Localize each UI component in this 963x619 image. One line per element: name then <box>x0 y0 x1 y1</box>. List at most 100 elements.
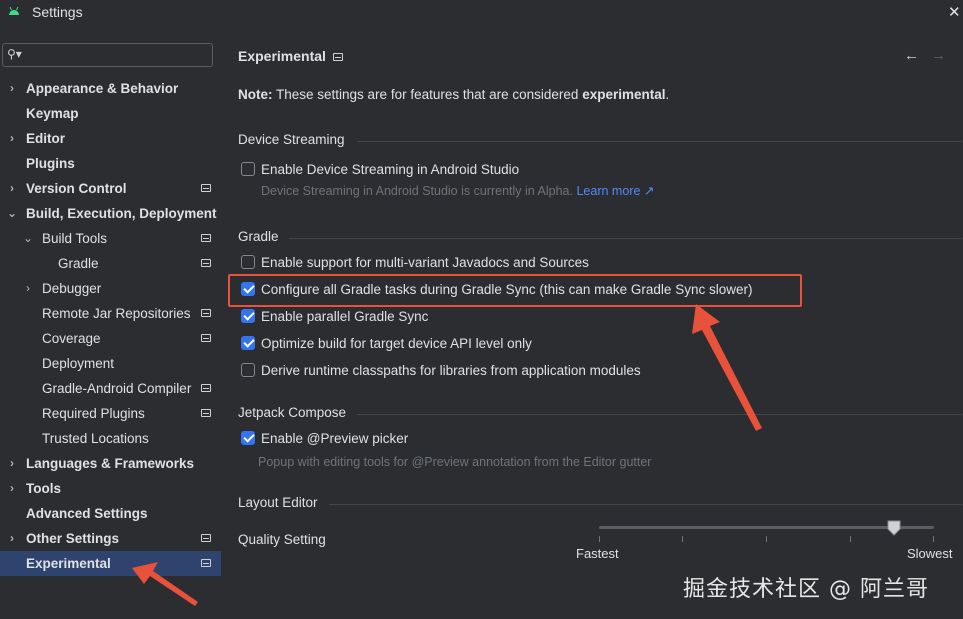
chevron-right-icon[interactable]: › <box>6 526 18 551</box>
window-title: Settings <box>32 4 83 20</box>
sidebar-item-keymap[interactable]: Keymap <box>0 101 221 126</box>
sidebar-item-label: Build Tools <box>42 231 108 246</box>
sidebar-item-label: Plugins <box>26 156 75 171</box>
sidebar-item-label: Experimental <box>26 556 111 571</box>
checkbox-label: Enable Device Streaming in Android Studi… <box>261 162 520 177</box>
preview-picker-hint: Popup with editing tools for @Preview an… <box>258 455 652 469</box>
page-title: Experimental <box>238 48 326 64</box>
slider-max-label: Slowest <box>907 546 953 561</box>
chevron-down-icon[interactable]: ⌄ <box>22 226 34 251</box>
title-bar: Settings ✕ <box>0 0 963 26</box>
sidebar-item-label: Keymap <box>26 106 79 121</box>
layout-editor-header: Layout Editor <box>238 495 318 510</box>
chevron-right-icon[interactable]: › <box>22 276 34 301</box>
sidebar-item-label: Debugger <box>42 281 102 296</box>
slider-tick <box>682 536 683 542</box>
sidebar-item-remote-jar-repositories[interactable]: Remote Jar Repositories <box>0 301 221 326</box>
sidebar-item-deployment[interactable]: Deployment <box>0 351 221 376</box>
device-streaming-hint: Device Streaming in Android Studio is cu… <box>261 183 654 198</box>
sidebar-item-gradle-android-compiler[interactable]: Gradle-Android Compiler <box>0 376 221 401</box>
sidebar-item-other-settings[interactable]: › Other Settings <box>0 526 221 551</box>
note-emphasis: experimental <box>582 87 666 102</box>
slider-tick <box>766 536 767 542</box>
sidebar-item-label: Languages & Frameworks <box>26 456 195 471</box>
slider-min-label: Fastest <box>576 546 619 561</box>
settings-content: Experimental ← → Note: These settings ar… <box>221 26 963 619</box>
annotation-arrow-icon <box>692 304 762 431</box>
sidebar-item-debugger[interactable]: › Debugger <box>0 276 221 301</box>
sidebar-item-label: Gradle-Android Compiler <box>42 381 192 396</box>
project-level-icon <box>201 409 211 417</box>
project-level-icon <box>201 534 211 542</box>
forward-arrow-icon[interactable]: → <box>931 47 946 64</box>
project-level-icon <box>201 384 211 392</box>
checkbox[interactable] <box>241 431 255 445</box>
close-icon[interactable]: ✕ <box>948 3 961 21</box>
chevron-right-icon[interactable]: › <box>6 451 18 476</box>
sidebar-item-gradle[interactable]: Gradle <box>0 251 221 276</box>
checkbox-label: Enable @Preview picker <box>261 431 409 446</box>
quality-slider-thumb[interactable] <box>887 520 901 536</box>
project-level-icon <box>201 234 211 242</box>
chevron-right-icon[interactable]: › <box>6 176 18 201</box>
sidebar-item-required-plugins[interactable]: Required Plugins <box>0 401 221 426</box>
sidebar-item-label: Build, Execution, Deployment <box>26 206 217 221</box>
divider <box>357 141 962 142</box>
checkbox[interactable] <box>241 162 255 176</box>
annotation-arrow-icon <box>132 562 198 606</box>
search-box[interactable]: ⚲▾ <box>2 43 213 67</box>
project-level-icon <box>201 184 211 192</box>
checkbox-label: Optimize build for target device API lev… <box>261 336 532 351</box>
sidebar-item-appearance[interactable]: › Appearance & Behavior <box>0 76 221 101</box>
chevron-right-icon[interactable]: › <box>6 476 18 501</box>
chevron-right-icon[interactable]: › <box>6 76 18 101</box>
sidebar-item-build-tools[interactable]: ⌄ Build Tools <box>0 226 221 251</box>
divider <box>357 414 962 415</box>
sidebar-item-version-control[interactable]: › Version Control <box>0 176 221 201</box>
sidebar-item-label: Trusted Locations <box>42 431 149 446</box>
checkbox[interactable] <box>241 309 255 323</box>
note-suffix: . <box>665 87 670 102</box>
sidebar-item-languages-frameworks[interactable]: › Languages & Frameworks <box>0 451 221 476</box>
experimental-note: Note: These settings are for features th… <box>238 87 669 102</box>
sidebar-item-label: Version Control <box>26 181 127 196</box>
checkbox-label: Derive runtime classpaths for libraries … <box>261 363 641 378</box>
watermark: 掘金技术社区 @ 阿兰哥 <box>683 577 929 602</box>
chevron-right-icon[interactable]: › <box>6 126 18 151</box>
checkbox[interactable] <box>241 363 255 377</box>
settings-sidebar: ⚲▾ › Appearance & Behavior Keymap › Edit… <box>0 26 221 619</box>
learn-more-link[interactable]: Learn more ↗ <box>576 184 654 198</box>
device-streaming-header: Device Streaming <box>238 132 345 147</box>
divider <box>289 238 962 239</box>
sidebar-item-advanced-settings[interactable]: Advanced Settings <box>0 501 221 526</box>
sidebar-item-build-execution-deployment[interactable]: ⌄ Build, Execution, Deployment <box>0 201 221 226</box>
checkbox[interactable] <box>241 336 255 350</box>
search-icon: ⚲▾ <box>7 47 22 61</box>
sidebar-item-label: Gradle <box>58 256 99 271</box>
sidebar-item-label: Advanced Settings <box>26 506 148 521</box>
checkbox-label: Enable support for multi-variant Javadoc… <box>261 255 589 270</box>
sidebar-item-label: Appearance & Behavior <box>26 81 179 96</box>
sidebar-item-tools[interactable]: › Tools <box>0 476 221 501</box>
back-arrow-icon[interactable]: ← <box>904 47 919 64</box>
checkbox[interactable] <box>241 255 255 269</box>
hint-text: Device Streaming in Android Studio is cu… <box>261 184 573 198</box>
search-input[interactable] <box>27 46 207 64</box>
sidebar-item-plugins[interactable]: Plugins <box>0 151 221 176</box>
divider <box>329 504 962 505</box>
project-level-icon <box>333 53 343 61</box>
project-level-icon <box>201 309 211 317</box>
sidebar-item-label: Tools <box>26 481 61 496</box>
chevron-down-icon[interactable]: ⌄ <box>6 201 18 226</box>
sidebar-item-trusted-locations[interactable]: Trusted Locations <box>0 426 221 451</box>
slider-tick <box>850 536 851 542</box>
jetpack-compose-header: Jetpack Compose <box>238 405 347 420</box>
quality-slider-track[interactable] <box>599 526 934 529</box>
note-prefix: Note: <box>238 87 273 102</box>
slider-tick <box>599 536 600 542</box>
sidebar-item-editor[interactable]: › Editor <box>0 126 221 151</box>
slider-tick <box>933 536 934 542</box>
sidebar-item-label: Other Settings <box>26 531 120 546</box>
sidebar-item-coverage[interactable]: Coverage <box>0 326 221 351</box>
sidebar-item-label: Deployment <box>42 356 115 371</box>
